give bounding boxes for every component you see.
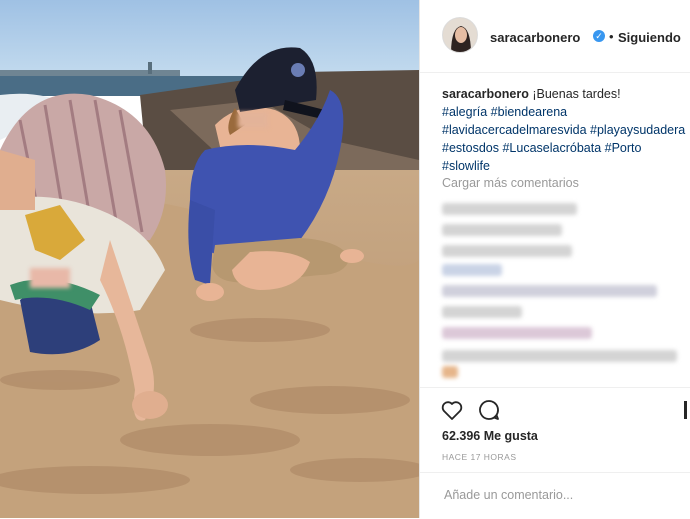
post-header: saracarbonero ✓ • Siguiendo bbox=[420, 0, 690, 73]
blurred-comment bbox=[442, 350, 677, 362]
post-side-panel: saracarbonero ✓ • Siguiendo saracarboner… bbox=[420, 0, 690, 518]
hashtag-link[interactable]: #lavidacercadelmaresvida bbox=[442, 123, 587, 137]
comment-bubble-icon[interactable] bbox=[477, 398, 501, 422]
blurred-comment bbox=[442, 285, 657, 297]
avatar-image bbox=[443, 18, 477, 52]
blurred-comment bbox=[442, 264, 502, 276]
beach-photo-image bbox=[0, 0, 419, 518]
blurred-comment bbox=[442, 306, 522, 318]
blurred-comment bbox=[442, 224, 562, 236]
verified-badge-icon: ✓ bbox=[593, 30, 605, 42]
header-separator: • bbox=[609, 29, 614, 44]
bookmark-icon[interactable] bbox=[682, 398, 690, 422]
comment-input[interactable] bbox=[442, 487, 676, 503]
hashtag-link[interactable]: #slowlife bbox=[442, 159, 490, 173]
heart-icon[interactable] bbox=[440, 398, 464, 422]
caption-username[interactable]: saracarbonero bbox=[442, 87, 529, 101]
caption: saracarbonero ¡Buenas tardes! #alegría #… bbox=[442, 85, 687, 175]
post-timestamp[interactable]: HACE 17 HORAS bbox=[442, 452, 517, 462]
load-more-comments-link[interactable]: Cargar más comentarios bbox=[442, 176, 579, 190]
blurred-comment bbox=[442, 366, 458, 378]
hashtag-link[interactable]: #alegría bbox=[442, 105, 487, 119]
blurred-comment bbox=[442, 203, 577, 215]
avatar[interactable] bbox=[442, 17, 478, 53]
caption-text: ¡Buenas tardes! bbox=[532, 87, 621, 101]
follow-status-button[interactable]: Siguiendo bbox=[618, 30, 681, 45]
like-count[interactable]: 62.396 Me gusta bbox=[442, 429, 538, 443]
hashtag-link[interactable]: #biendearena bbox=[491, 105, 567, 119]
hashtag-link[interactable]: #Lucaselacróbata bbox=[502, 141, 601, 155]
blurred-comment bbox=[442, 245, 572, 257]
post-photo[interactable] bbox=[0, 0, 419, 518]
header-username[interactable]: saracarbonero bbox=[490, 30, 580, 45]
blurred-comment bbox=[442, 327, 592, 339]
hashtag-link[interactable]: #Porto bbox=[605, 141, 642, 155]
action-bar bbox=[420, 387, 690, 420]
hashtag-link[interactable]: #playaysudadera bbox=[590, 123, 685, 137]
add-comment-section bbox=[420, 472, 690, 519]
hashtag-link[interactable]: #estosdos bbox=[442, 141, 499, 155]
